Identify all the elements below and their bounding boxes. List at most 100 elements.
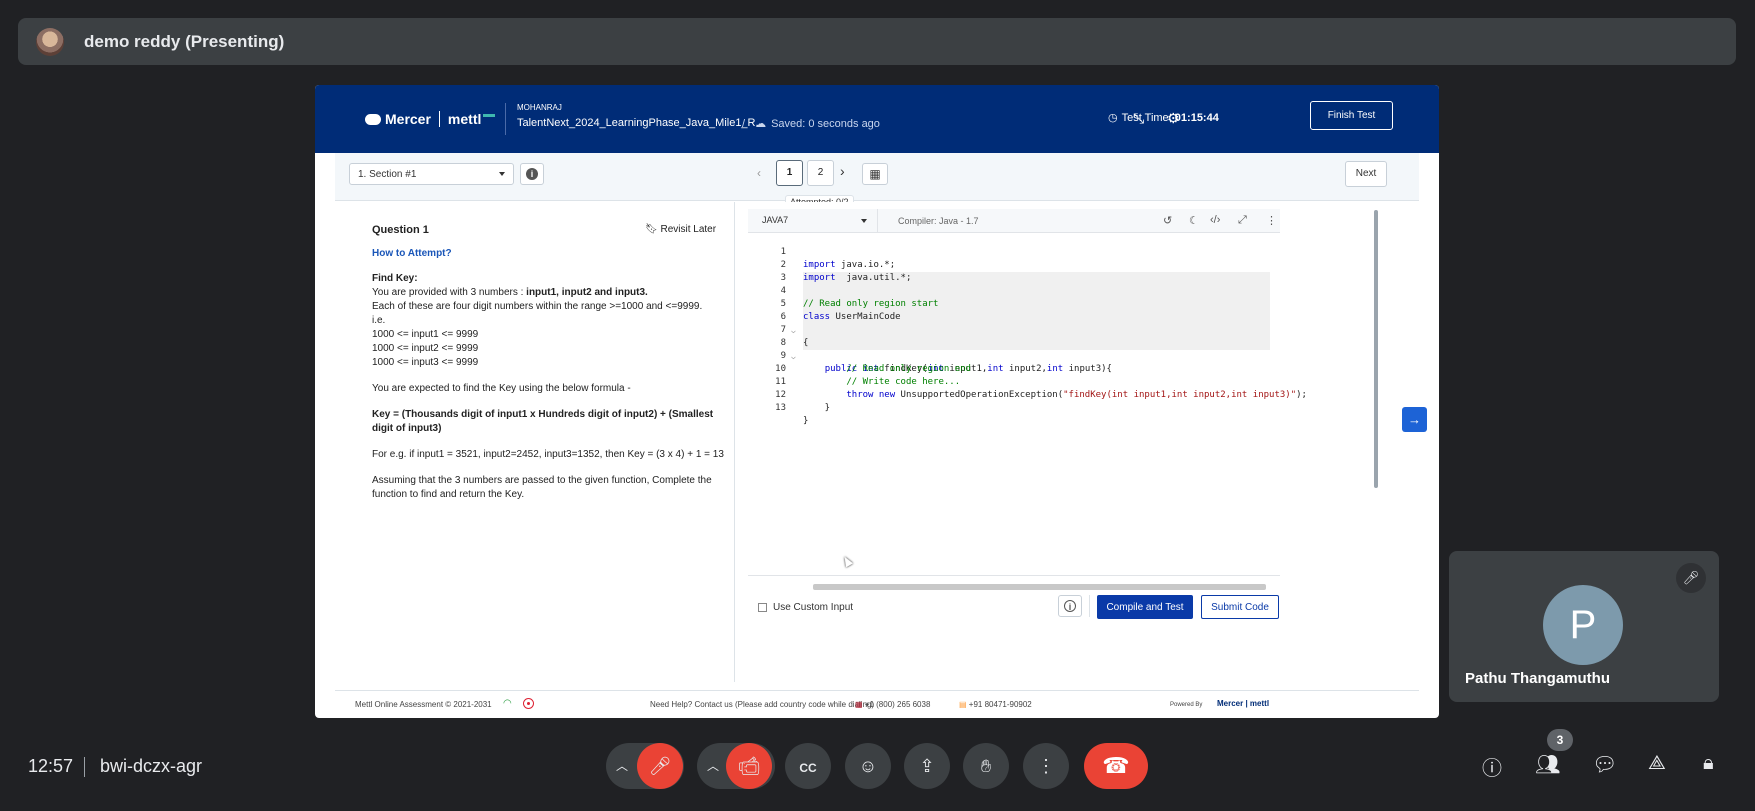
more-options-button[interactable]: ⋮ (1023, 743, 1069, 789)
editor-info-button[interactable]: i (1058, 595, 1082, 617)
brand-mercer: Mercer (385, 111, 431, 127)
raise-hand-button[interactable]: ✋︎ (963, 743, 1009, 789)
bookmark-icon: 🔖︎ (645, 224, 658, 235)
question-title: Question 1 (372, 224, 429, 236)
copyright-text: Mettl Online Assessment © 2021-2031 (355, 700, 492, 709)
wifi-icon: ◠ (503, 698, 512, 709)
code-line: 1 import java.io.*; (780, 247, 896, 270)
prev-page-icon[interactable]: ‹ (757, 166, 761, 180)
constraint-1: 1000 <= input1 <= 9999 (372, 329, 479, 340)
expected-text: You are expected to find the Key using t… (372, 383, 631, 394)
code-line: 3 (780, 273, 786, 283)
ie-text: i.e. (372, 315, 386, 326)
saved-status: / ☁ Saved: 0 seconds ago (742, 118, 880, 130)
hand-icon: ✋︎ (980, 756, 992, 776)
code-line: 6 ⌵ { (780, 312, 809, 348)
formula-text: Key = (Thousands digit of input1 x Hundr… (372, 409, 714, 434)
code-line: 5 class UserMainCode (780, 299, 901, 322)
section-select[interactable]: 1. Section #1 (349, 163, 514, 185)
info-icon: i (526, 168, 538, 180)
mettl-logo-icon (483, 114, 496, 124)
submit-code-button[interactable]: Submit Code (1201, 595, 1279, 619)
us-flag-icon: ▦ (855, 700, 863, 709)
meeting-code: bwi-dczx-agr (100, 756, 203, 776)
emoji-icon: ☺ (858, 756, 878, 776)
how-to-attempt-link[interactable]: How to Attempt? (372, 247, 732, 261)
reactions-button[interactable]: ☺ (845, 743, 891, 789)
code-area[interactable]: 1 import java.io.*; 2 import java.util.*… (748, 233, 1307, 590)
expand-icon[interactable]: ⤢ (1238, 214, 1247, 227)
horizontal-scrollbar[interactable] (813, 584, 1266, 590)
finish-test-button[interactable]: Finish Test (1310, 101, 1393, 130)
vertical-scrollbar[interactable] (1374, 210, 1378, 488)
page-2-button[interactable]: 2 (807, 160, 834, 186)
participant-tile[interactable]: 🎤︎ P Pathu Thangamuthu (1449, 551, 1719, 702)
participant-name: Pathu Thangamuthu (1465, 670, 1610, 687)
test-footer: Mettl Online Assessment © 2021-2031 ◠ Ne… (335, 690, 1419, 718)
present-button[interactable]: ⇪ (904, 743, 950, 789)
shared-screen: Mercer mettl MOHANRAJ TalentNext_2024_Le… (315, 85, 1439, 718)
mic-toggle-button[interactable]: 🎤︎ (637, 743, 683, 789)
chat-icon[interactable]: 💬︎ (1592, 752, 1617, 777)
host-controls-icon[interactable]: 🔒︎ (1703, 752, 1714, 775)
help-text: Need Help? Contact us (Please add countr… (650, 700, 875, 709)
theme-icon[interactable]: ☾ (1189, 214, 1199, 227)
people-icon[interactable]: 👥︎ (1535, 752, 1560, 777)
custom-input-checkbox[interactable]: Use Custom Input (758, 602, 853, 613)
presenter-bar: demo reddy (Presenting) (18, 18, 1736, 65)
code-icon[interactable]: ‹/› (1210, 214, 1220, 226)
checkbox-icon (758, 603, 767, 612)
activities-icon[interactable]: ⟁ (1648, 752, 1666, 775)
find-key-heading: Find Key: (372, 273, 418, 284)
mic-muted-icon: 🎤︎ (1676, 563, 1706, 593)
meeting-info-icon[interactable]: ⓘ (1482, 752, 1502, 781)
more-icon[interactable]: ⋮ (1266, 214, 1277, 227)
camera-off-icon: 📹︎ (737, 756, 761, 776)
constraint-2: 1000 <= input2 <= 9999 (372, 343, 479, 354)
end-call-button[interactable]: ☎︎ (1084, 743, 1148, 789)
india-flag-icon: ▤ (959, 700, 967, 709)
participant-avatar: P (1543, 585, 1623, 665)
mercer-mettl-logo: Mercer mettl (365, 111, 496, 127)
meeting-controls-bar: 12:57 bwi-dczx-agr ︿ 🎤︎ ︿ 📹︎ CC ☺ ⇪ ✋︎ ⋮… (0, 729, 1755, 794)
chevron-down-icon (861, 219, 867, 223)
expand-panel-arrow-icon[interactable]: → (1402, 407, 1427, 432)
example-text: For e.g. if input1 = 3521, input2=2452, … (372, 449, 724, 460)
editor-toolbar: JAVA7 Compiler: Java - 1.7 ↺ ☾ ‹/› ⤢ ⋮ (748, 209, 1280, 233)
chevron-up-icon: ︿ (707, 759, 720, 773)
code-line: 13 } (775, 403, 809, 426)
collapse-icon[interactable]: ⤡ (1133, 110, 1144, 127)
range-text: Each of these are four digit numbers wit… (372, 301, 703, 312)
code-line: 7 (780, 325, 786, 335)
phone-hangup-icon: ☎︎ (1102, 753, 1130, 778)
code-line: 11 throw new UnsupportedOperationExcepti… (775, 377, 1307, 400)
reset-icon[interactable]: ↺ (1163, 214, 1172, 227)
presenter-name: demo reddy (Presenting) (84, 31, 285, 51)
gear-icon[interactable]: ⚙ (1167, 110, 1180, 127)
page-1-button[interactable]: 1 (776, 160, 803, 186)
us-phone: ▦ +1 (800) 265 6038 (855, 700, 931, 709)
chevron-down-icon (499, 172, 505, 176)
mercer-logo-icon (365, 113, 381, 125)
question-pane: Question 1 🔖︎ Revisit Later How to Attem… (335, 202, 735, 682)
section-info-button[interactable]: i (520, 163, 544, 185)
next-button[interactable]: Next (1345, 161, 1387, 187)
chevron-up-icon: ︿ (616, 759, 629, 773)
record-icon (523, 698, 534, 709)
india-phone: ▤ +91 80471-90902 (959, 700, 1032, 709)
revisit-later-button[interactable]: 🔖︎ Revisit Later (645, 223, 716, 237)
candidate-name: MOHANRAJ (517, 103, 562, 112)
presenter-avatar (36, 27, 64, 56)
present-icon: ⇪ (919, 756, 935, 776)
grid-view-button[interactable]: ▦ (862, 163, 888, 185)
code-line: 8 ⌵ public int findKey(int input1,int in… (780, 338, 1112, 374)
camera-toggle-button[interactable]: 📹︎ (726, 743, 772, 789)
compiler-label: Compiler: Java - 1.7 (898, 216, 979, 226)
compile-and-test-button[interactable]: Compile and Test (1097, 595, 1193, 619)
next-page-icon[interactable]: › (840, 163, 845, 179)
intro-text: You are provided with 3 numbers : input1… (372, 287, 648, 298)
test-timer: ◷ Test Time: 01:15:44 (1108, 112, 1219, 124)
language-select[interactable]: JAVA7 (748, 209, 878, 233)
captions-button[interactable]: CC (785, 743, 831, 789)
meeting-time: 12:57 (28, 756, 74, 776)
